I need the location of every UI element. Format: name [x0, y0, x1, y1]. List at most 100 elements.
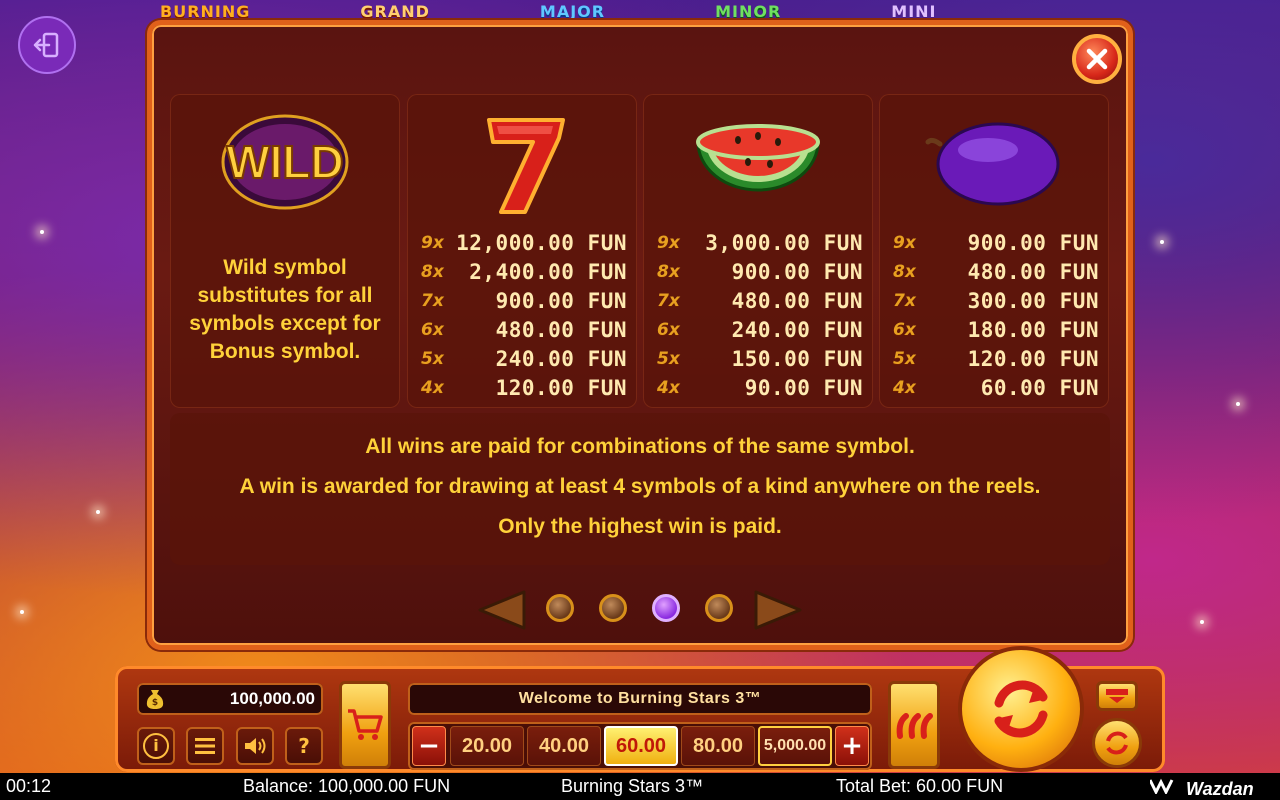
balance-display: $ 100,000.00 [137, 683, 323, 715]
wild-symbol: WILD [195, 112, 375, 216]
pay-row: 8x 480.00 FUN [893, 257, 1099, 286]
pay-row: 6x 180.00 FUN [893, 315, 1099, 344]
pay-row: 4x 60.00 FUN [893, 373, 1099, 402]
pay-amount: 480.00 FUN [495, 317, 627, 342]
pay-row: 8x 900.00 FUN [657, 257, 863, 286]
pay-row: 9x 3,000.00 FUN [657, 228, 863, 257]
exit-button[interactable] [18, 16, 76, 74]
page-dot-2[interactable] [599, 594, 627, 622]
spin-arrows-icon [994, 680, 1048, 738]
pay-row: 5x 120.00 FUN [893, 344, 1099, 373]
bet-option-selected[interactable]: 60.00 [604, 726, 678, 766]
close-icon [1086, 48, 1108, 70]
pay-amount: 180.00 FUN [967, 317, 1099, 342]
pay-row: 9x 12,000.00 FUN [421, 228, 627, 257]
page-dot-1[interactable] [546, 594, 574, 622]
turbo-button[interactable] [1096, 681, 1138, 711]
page-dot-4[interactable] [705, 594, 733, 622]
increase-bet-button[interactable]: + [835, 726, 869, 766]
pay-multiplier: 8x [657, 261, 680, 282]
paytable-cell-wild: WILD Wild symbol substitutes for all sym… [170, 94, 400, 408]
pay-multiplier: 9x [421, 232, 444, 253]
pay-row: 4x 90.00 FUN [657, 373, 863, 402]
pay-amount: 300.00 FUN [967, 288, 1099, 313]
money-bag-icon: $ [146, 690, 164, 709]
pay-multiplier: 8x [893, 261, 916, 282]
jackpot-minor: MINOR [715, 2, 782, 18]
bet-option[interactable]: 20.00 [450, 726, 524, 766]
autospin-button[interactable] [1092, 718, 1142, 768]
pay-multiplier: 4x [893, 377, 916, 398]
sparkle [1200, 620, 1204, 624]
status-balance: Balance: 100,000.00 FUN [243, 776, 451, 796]
pay-amount: 120.00 FUN [495, 375, 627, 400]
seven-paytable: 9x 12,000.00 FUN 8x 2,400.00 FUN 7x 900.00 … [421, 228, 627, 402]
pay-amount: 900.00 FUN [495, 288, 627, 313]
wazdan-logo-icon [1148, 778, 1174, 796]
bet-option[interactable]: 40.00 [527, 726, 601, 766]
paytable-cell-watermelon: 9x 3,000.00 FUN 8x 900.00 FUN 7x 480.00 FUN… [643, 94, 873, 408]
info-icon: i [143, 733, 169, 759]
spin-button[interactable] [958, 646, 1084, 772]
pay-multiplier: 5x [657, 348, 680, 369]
pay-multiplier: 9x [657, 232, 680, 253]
pay-multiplier: 9x [893, 232, 916, 253]
autoplay-chili-button[interactable] [888, 681, 940, 769]
pay-amount: 90.00 FUN [744, 375, 863, 400]
status-game-title: Burning Stars 3™ [561, 776, 704, 796]
decrease-bet-button[interactable]: − [412, 726, 446, 766]
svg-text:$: $ [152, 698, 158, 708]
prev-page-button[interactable] [476, 589, 528, 635]
jackpot-major: MAJOR [539, 2, 606, 18]
pay-multiplier: 4x [421, 377, 444, 398]
pay-row: 7x 300.00 FUN [893, 286, 1099, 315]
brand-name: Wazdan [1186, 779, 1254, 799]
page-dot-3[interactable] [652, 594, 680, 622]
balance-value: 100,000.00 [229, 689, 315, 708]
menu-button[interactable] [186, 727, 224, 765]
exit-icon [33, 32, 59, 58]
pay-amount: 900.00 FUN [731, 259, 863, 284]
status-total-bet: Total Bet: 60.00 FUN [836, 776, 1004, 796]
watermelon-symbol [688, 112, 828, 216]
seven-icon [487, 118, 565, 214]
bet-option-max[interactable]: 5,000.00 [758, 726, 832, 766]
paytable-cell-seven: 9x 12,000.00 FUN 8x 2,400.00 FUN 7x 900.00 … [407, 94, 637, 408]
watermelon-icon [696, 124, 820, 192]
buy-feature-button[interactable] [339, 681, 391, 769]
clock: 00:12 [6, 776, 52, 796]
pay-row: 6x 240.00 FUN [657, 315, 863, 344]
next-page-button[interactable] [752, 589, 804, 635]
paytable-cell-plum: 9x 900.00 FUN 8x 480.00 FUN 7x 300.00 FUN 6… [879, 94, 1109, 408]
info-button[interactable]: i [137, 727, 175, 765]
pay-row: 9x 900.00 FUN [893, 228, 1099, 257]
rules-line-3: Only the highest win is paid. [498, 515, 782, 538]
bet-option[interactable]: 80.00 [681, 726, 755, 766]
rules-box: All wins are paid for combinations of th… [170, 413, 1110, 565]
pay-amount: 12,000.00 FUN [456, 230, 627, 255]
seven-symbol [467, 108, 577, 222]
pay-multiplier: 6x [421, 319, 444, 340]
pay-multiplier: 4x [657, 377, 680, 398]
pay-multiplier: 5x [893, 348, 916, 369]
message-bar: Welcome to Burning Stars 3™ [408, 683, 872, 715]
pay-amount: 900.00 FUN [967, 230, 1099, 255]
watermelon-paytable: 9x 3,000.00 FUN 8x 900.00 FUN 7x 480.00 FUN… [657, 228, 863, 402]
plus-icon: + [841, 731, 863, 761]
sparkle [96, 510, 100, 514]
chili-icon [896, 713, 933, 739]
help-button[interactable]: ? [285, 727, 323, 765]
pay-row: 6x 480.00 FUN [421, 315, 627, 344]
pay-amount: 2,400.00 FUN [469, 259, 627, 284]
jackpot-burning: BURNING [160, 2, 251, 18]
arrow-left-icon [478, 590, 526, 630]
plum-symbol [924, 114, 1064, 214]
pay-row: 8x 2,400.00 FUN [421, 257, 627, 286]
sound-button[interactable] [236, 727, 274, 765]
close-button[interactable] [1072, 34, 1122, 84]
rules-line-1: All wins are paid for combinations of th… [365, 435, 915, 458]
turbo-icon [1106, 689, 1128, 703]
plum-paytable: 9x 900.00 FUN 8x 480.00 FUN 7x 300.00 FUN 6… [893, 228, 1099, 402]
sparkle [40, 230, 44, 234]
plum-icon [925, 122, 1060, 206]
